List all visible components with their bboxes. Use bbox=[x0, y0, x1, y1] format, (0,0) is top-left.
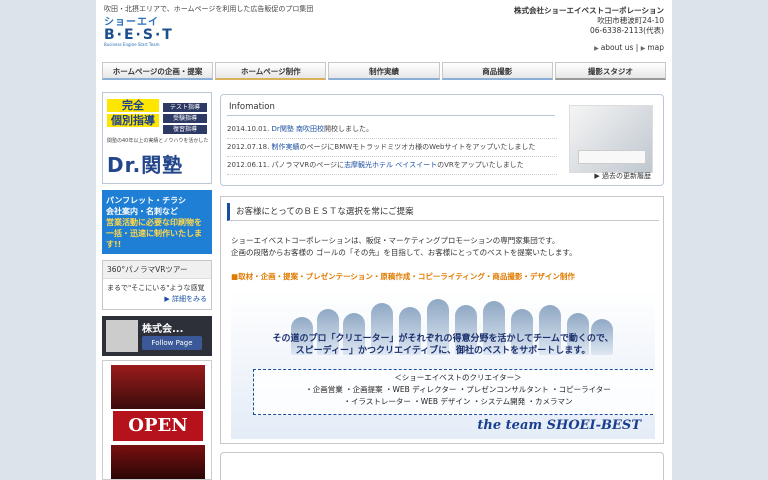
vr-tour-box: 360°パノラマVRツアー まるで"そこにいる"ような感覚 ▶ 詳細をみる bbox=[102, 260, 212, 310]
information-title: Infomation bbox=[229, 102, 275, 112]
news-link[interactable]: Dr関塾 南吹田校 bbox=[272, 125, 325, 133]
tab-studio[interactable]: 撮影スタジオ bbox=[554, 62, 667, 80]
vr-tour-body: まるで"そこにいる"ような感覚 ▶ 詳細をみる bbox=[103, 279, 211, 309]
news-date: 2014.10.01. bbox=[227, 125, 270, 133]
team-slogan: その道のプロ「クリエーター」がそれぞれの得意分野を活かしてチームで動くので、 ス… bbox=[237, 333, 649, 357]
information-panel: Infomation 2014.10.01. Dr関塾 南吹田校開校しました。 … bbox=[220, 94, 664, 186]
company-info: 株式会社ショーエイベストコーポレーション 吹田市穂波町24-10 06-6338… bbox=[514, 6, 664, 36]
team-signature: the team SHOEI-BEST bbox=[477, 418, 641, 433]
event-poster[interactable]: OPEN bbox=[102, 360, 212, 480]
tab-production[interactable]: ホームページ制作 bbox=[215, 62, 327, 80]
tab-planning[interactable]: ホームページの企画・提案 bbox=[102, 62, 214, 80]
arrow-right-icon: ▶ bbox=[594, 172, 602, 180]
company-address: 吹田市穂波町24-10 bbox=[597, 16, 664, 25]
print-banner[interactable]: パンフレット・チラシ 会社案内・名刺など 営業活動に必要な印刷物を 一括・迅速に… bbox=[102, 190, 212, 254]
print-banner-line: 会社案内・名刺など bbox=[106, 207, 178, 216]
vr-tour-title[interactable]: 360°パノラマVRツアー bbox=[103, 261, 211, 279]
kanzen-line2: 個別指導 bbox=[107, 114, 159, 127]
intro-line: ショーエイベストコーポレーションは、販促・マーケティングプロモーションの専門家集… bbox=[231, 236, 560, 245]
company-phone: 06-6338-2113(代表) bbox=[590, 26, 664, 35]
vr-details-link[interactable]: ▶ 詳細をみる bbox=[107, 294, 207, 305]
creators-line: ・イラストレーター ・WEB デザイン ・システム開発 ・カメラマン bbox=[343, 397, 573, 406]
news-list: 2014.10.01. Dr関塾 南吹田校開校しました。 2012.07.18.… bbox=[227, 121, 557, 175]
best-proposal-section: お客様にとってのＢＥＳＴな選択を常にご提案 ショーエイベストコーポレーションは、… bbox=[220, 196, 664, 444]
feature-item: 復習指導 bbox=[163, 125, 207, 134]
next-section-box bbox=[220, 452, 664, 480]
feature-item: テスト指導 bbox=[163, 103, 207, 112]
divider bbox=[227, 115, 555, 116]
kanzen-label: 完全 個別指導 bbox=[107, 99, 159, 129]
arrow-right-icon: ▶ bbox=[594, 45, 599, 52]
archive-label: 過去の更新履歴 bbox=[602, 172, 651, 180]
logo-line3: Business Engine Start Team bbox=[104, 42, 160, 47]
intro-text: ショーエイベストコーポレーションは、販促・マーケティングプロモーションの専門家集… bbox=[231, 235, 577, 259]
tagline: 吹田・北摂エリアで、ホームページを利用した広告販促のプロ集団 bbox=[104, 5, 314, 13]
section-heading: お客様にとってのＢＥＳＴな選択を常にご提案 bbox=[227, 203, 659, 221]
news-text: 開校しました。 bbox=[324, 125, 374, 133]
slogan-line: スピーディー」かつクリエイティブに、御社のベストをサポートします。 bbox=[295, 346, 591, 356]
creators-line: ・企画営業 ・企画提案 ・WEB ディレクター ・プレゼンコンサルタント ・コピ… bbox=[305, 385, 611, 394]
banner-subtext: 関塾の40年以上の実績とノウハウを活かした bbox=[107, 138, 209, 144]
main-nav: ホームページの企画・提案 ホームページ制作 制作実績 商品撮影 撮影スタジオ bbox=[102, 62, 667, 80]
facebook-widget: 株式会... Follow Page bbox=[102, 316, 212, 356]
news-text: のページにBMWモトラッドミツオカ様のWebサイトをアップいたしました bbox=[299, 143, 536, 151]
feature-item: 受験指導 bbox=[163, 114, 207, 123]
keyboard-image bbox=[578, 150, 646, 164]
news-item: 2014.10.01. Dr関塾 南吹田校開校しました。 bbox=[227, 121, 557, 139]
kanzen-line1: 完全 bbox=[107, 99, 159, 112]
archive-link[interactable]: ▶ 過去の更新履歴 bbox=[594, 171, 651, 181]
news-link[interactable]: 志摩観光ホテル ベイスイート bbox=[344, 161, 437, 169]
company-name: 株式会社ショーエイベストコーポレーション bbox=[514, 6, 664, 15]
intro-line: 企画の段階からお客様の ゴールの「その先」を目指して、お客様にとってのベストを提… bbox=[231, 248, 577, 257]
sidebar: 完全 個別指導 テスト指導 受験指導 復習指導 関塾の40年以上の実績とノウハウ… bbox=[102, 92, 214, 480]
map-link[interactable]: map bbox=[647, 43, 664, 52]
creators-box: ＜ショーエイベストのクリエイター＞ ・企画営業 ・企画提案 ・WEB ディレクタ… bbox=[253, 369, 655, 415]
vr-tour-text: まるで"そこにいる"ような感覚 bbox=[107, 284, 205, 292]
print-banner-line: パンフレット・チラシ bbox=[106, 196, 186, 205]
poster-open-label: OPEN bbox=[113, 411, 203, 441]
print-banner-highlight: 営業活動に必要な印刷物を bbox=[106, 218, 202, 227]
poster-image bbox=[111, 365, 205, 409]
news-text: のVRをアップいたしました bbox=[437, 161, 524, 169]
tab-photo[interactable]: 商品撮影 bbox=[441, 62, 553, 80]
top-links: ▶ about us | ▶ map bbox=[594, 43, 664, 52]
services-list: ■取材・企画・提案・プレゼンテーション・原稿作成・コピーライティング・商品撮影・… bbox=[231, 272, 575, 281]
facebook-company[interactable]: 株式会... bbox=[142, 320, 183, 335]
facebook-thumbnail bbox=[106, 320, 138, 352]
company-logo[interactable]: ショーエイ B·E·S·T Business Engine Start Team bbox=[104, 18, 174, 48]
facebook-follow-button[interactable]: Follow Page bbox=[142, 336, 202, 350]
arrow-right-icon: ▶ bbox=[164, 295, 172, 303]
creators-title: ＜ショーエイベストのクリエイター＞ bbox=[394, 373, 522, 382]
feature-list: テスト指導 受験指導 復習指導 bbox=[163, 103, 207, 136]
print-banner-highlight: 一括・迅速に制作いたします!! bbox=[106, 229, 202, 249]
news-date: 2012.07.18. bbox=[227, 143, 270, 151]
dr-kanjuku-logo: Dr.関塾 bbox=[107, 153, 184, 177]
news-link[interactable]: 制作実績 bbox=[272, 143, 300, 151]
tab-works[interactable]: 制作実績 bbox=[328, 62, 440, 80]
about-us-link[interactable]: about us bbox=[601, 43, 634, 52]
poster-image bbox=[111, 445, 205, 479]
slogan-line: その道のプロ「クリエーター」がそれぞれの得意分野を活かしてチームで動くので、 bbox=[272, 334, 614, 344]
keyboard-photo bbox=[569, 105, 653, 173]
logo-line2: B·E·S·T bbox=[104, 27, 174, 43]
page: 吹田・北摂エリアで、ホームページを利用した広告販促のプロ集団 ショーエイ B·E… bbox=[96, 0, 672, 480]
news-item: 2012.07.18. 制作実績のページにBMWモトラッドミツオカ様のWebサイ… bbox=[227, 139, 557, 157]
news-date: 2012.06.11. bbox=[227, 161, 270, 169]
team-visual: その道のプロ「クリエーター」がそれぞれの得意分野を活かしてチームで動くので、 ス… bbox=[231, 289, 655, 439]
news-text: パノラマVRのページに bbox=[271, 161, 345, 169]
vr-details-label: 詳細をみる bbox=[172, 295, 207, 303]
kanjuku-banner[interactable]: 完全 個別指導 テスト指導 受験指導 復習指導 関塾の40年以上の実績とノウハウ… bbox=[102, 92, 212, 184]
arrow-right-icon: ▶ bbox=[640, 45, 646, 52]
news-item: 2012.06.11. パノラマVRのページに志摩観光ホテル ベイスイートのVR… bbox=[227, 157, 557, 175]
